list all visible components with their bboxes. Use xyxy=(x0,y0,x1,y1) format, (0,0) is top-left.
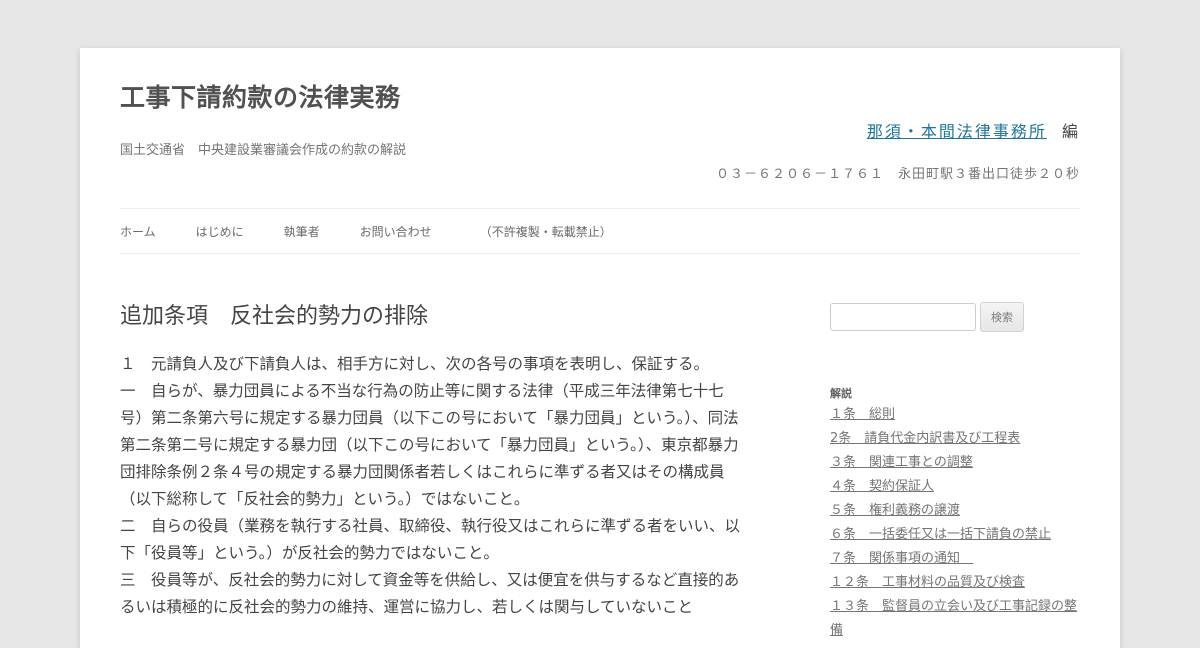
firm-link[interactable]: 那須・本間法律事務所 xyxy=(867,122,1047,141)
article-title: 追加条項 反社会的勢力の排除 xyxy=(120,304,429,329)
nav-item-contact[interactable]: お問い合わせ xyxy=(360,223,432,240)
list-item: ４条 契約保証人 xyxy=(830,475,1080,499)
nav-item-home[interactable]: ホーム xyxy=(120,223,156,240)
widget-title: 解説 xyxy=(830,387,852,400)
search-form: 検索 xyxy=(830,302,1024,332)
article-link[interactable]: ５条 権利義務の譲渡 xyxy=(830,503,960,518)
nav-item-intro[interactable]: はじめに xyxy=(196,223,244,240)
phone-info: ０３－６２０６－１７６１ 永田町駅３番出口徒歩２０秒 xyxy=(715,167,1080,182)
article-paragraph: 二 自らの役員（業務を執行する社員、取締役、執行役又はこれらに準ずる者をいい、以… xyxy=(120,517,741,562)
article-links-list: １条 総則 2条 請負代金内訳書及び工程表 ３条 関連工事との調整 ４条 契約保… xyxy=(830,403,1080,643)
page-container: 工事下請約款の法律実務 国土交通省 中央建設業審議会作成の約款の解説 那須・本間… xyxy=(80,48,1120,648)
copyright-notice: （不許複製・転載禁止） xyxy=(479,224,612,239)
nav-item-authors[interactable]: 執筆者 xyxy=(284,223,320,240)
article-content: １ 元請負人及び下請負人は、相手方に対し、次の各号の事項を表明し、保証する。 一… xyxy=(120,351,746,621)
article-link[interactable]: １３条 監督員の立会い及び工事記録の整備 xyxy=(830,599,1077,638)
article-link[interactable]: １条 総則 xyxy=(830,407,895,422)
search-input[interactable] xyxy=(830,303,976,331)
list-item: ６条 一括委任又は一括下請負の禁止 xyxy=(830,523,1080,547)
list-item: １３条 監督員の立会い及び工事記録の整備 xyxy=(830,595,1080,643)
list-item: １２条 工事材料の品質及び検査 xyxy=(830,571,1080,595)
firm-suffix: 編 xyxy=(1061,122,1080,141)
site-title[interactable]: 工事下請約款の法律実務 xyxy=(120,78,401,114)
list-item: １条 総則 xyxy=(830,403,1080,427)
list-item: ３条 関連工事との調整 xyxy=(830,451,1080,475)
search-button[interactable]: 検索 xyxy=(980,302,1024,332)
article-link[interactable]: ６条 一括委任又は一括下請負の禁止 xyxy=(830,527,1051,542)
article-link[interactable]: １２条 工事材料の品質及び検査 xyxy=(830,575,1025,590)
list-item: 2条 請負代金内訳書及び工程表 xyxy=(830,427,1080,451)
article-link[interactable]: 2条 請負代金内訳書及び工程表 xyxy=(830,431,1020,446)
article-paragraph: １ 元請負人及び下請負人は、相手方に対し、次の各号の事項を表明し、保証する。 xyxy=(120,355,710,373)
article-link[interactable]: ４条 契約保証人 xyxy=(830,479,934,494)
list-item: ７条 関係事項の通知 xyxy=(830,547,1080,571)
list-item: ５条 権利義務の譲渡 xyxy=(830,499,1080,523)
site-tagline: 国土交通省 中央建設業審議会作成の約款の解説 xyxy=(120,143,407,158)
article-paragraph: 一 自らが、暴力団員による不当な行為の防止等に関する法律（平成三年法律第七十七号… xyxy=(120,382,739,508)
article-paragraph: 三 役員等が、反社会的勢力に対して資金等を供給し、又は便宜を供与するなど直接的あ… xyxy=(120,571,740,616)
firm-credit: 那須・本間法律事務所 編 xyxy=(867,118,1080,142)
main-nav: ホーム はじめに 執筆者 お問い合わせ （不許複製・転載禁止） xyxy=(120,208,1080,254)
article-link[interactable]: ３条 関連工事との調整 xyxy=(830,455,973,470)
article-link[interactable]: ７条 関係事項の通知 xyxy=(830,551,973,566)
